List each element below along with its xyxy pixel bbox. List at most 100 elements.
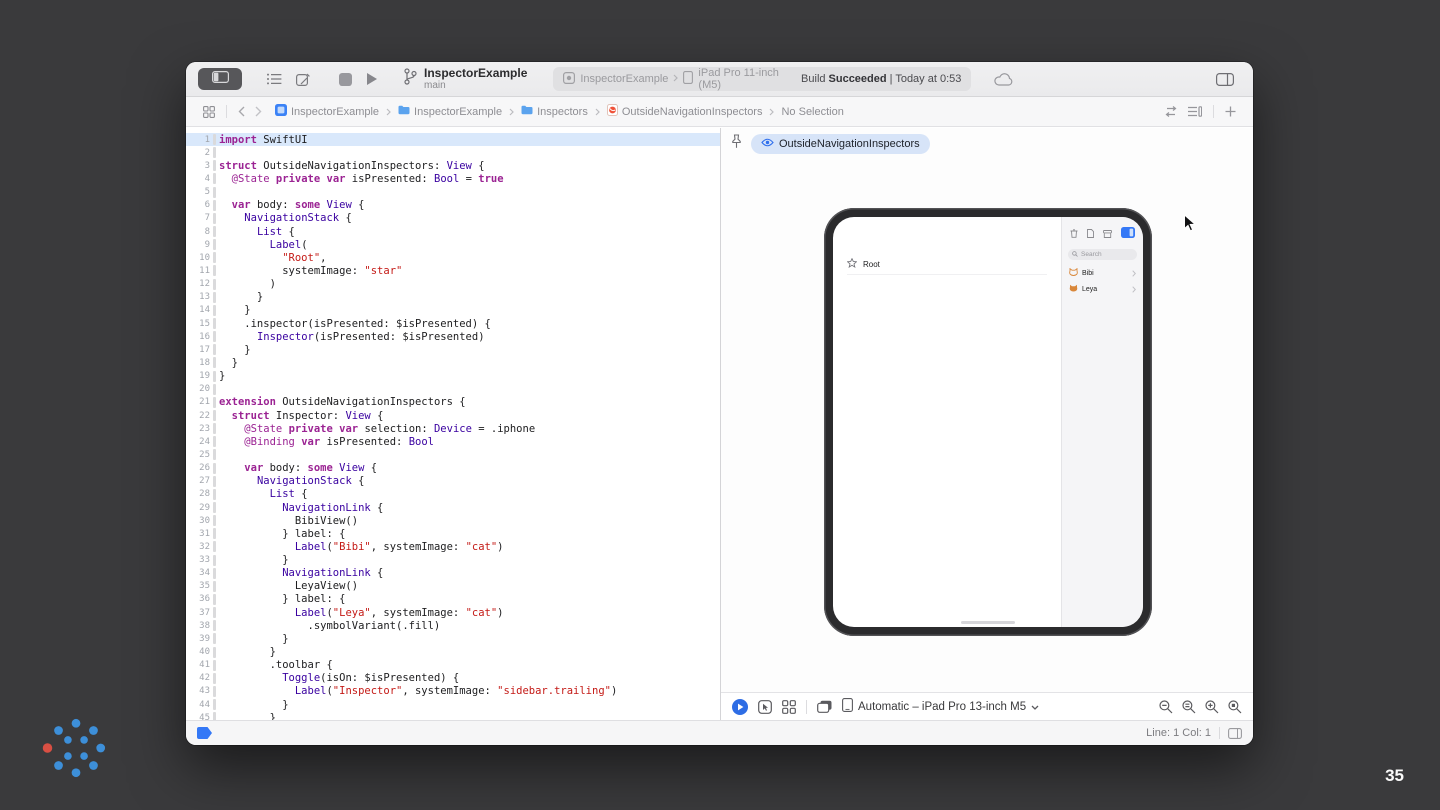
code-line[interactable]: 31 } label: { [186, 527, 720, 540]
breadcrumb-file[interactable]: OutsideNavigationInspectors [607, 104, 763, 119]
line-number[interactable]: 42 [186, 673, 213, 683]
code-line[interactable]: 44 } [186, 698, 720, 711]
line-number[interactable]: 21 [186, 397, 213, 407]
code-line[interactable]: 14 } [186, 304, 720, 317]
run-destination[interactable]: InspectorExample iPad Pro 11-inch (M5) [563, 67, 801, 91]
code-line[interactable]: 37 Label("Leya", systemImage: "cat") [186, 606, 720, 619]
variants-grid-button[interactable] [782, 700, 796, 714]
code-line[interactable]: 20 [186, 383, 720, 396]
code-line[interactable]: 23 @State private var selection: Device … [186, 422, 720, 435]
code-line[interactable]: 35 LeyaView() [186, 580, 720, 593]
selectable-mode-button[interactable] [758, 700, 772, 714]
root-list-row[interactable]: Root [847, 258, 880, 270]
page-guide-icon[interactable] [1228, 728, 1242, 739]
code-line[interactable]: 29 NavigationLink { [186, 501, 720, 514]
archive-icon[interactable] [1103, 225, 1112, 243]
line-number[interactable]: 45 [186, 713, 213, 720]
line-number[interactable]: 34 [186, 568, 213, 578]
line-number[interactable]: 1 [186, 135, 213, 145]
live-preview-button[interactable] [732, 699, 748, 715]
code-line[interactable]: 41 .toolbar { [186, 659, 720, 672]
line-number[interactable]: 5 [186, 187, 213, 197]
line-number[interactable]: 38 [186, 621, 213, 631]
line-number[interactable]: 36 [186, 594, 213, 604]
code-line[interactable]: 40 } [186, 645, 720, 658]
breadcrumb-group-1[interactable]: InspectorExample [398, 105, 502, 118]
code-line[interactable]: 34 NavigationLink { [186, 567, 720, 580]
breadcrumb-group-2[interactable]: Inspectors [521, 105, 588, 118]
code-line[interactable]: 32 Label("Bibi", systemImage: "cat") [186, 540, 720, 553]
zoom-in-icon[interactable] [1205, 700, 1219, 714]
document-icon[interactable] [1087, 225, 1094, 243]
preview-destination-selector[interactable]: Automatic – iPad Pro 13-inch M5 [842, 698, 1039, 715]
code-line[interactable]: 25 [186, 448, 720, 461]
navigator-toggle-button[interactable] [198, 68, 242, 90]
line-number[interactable]: 37 [186, 608, 213, 618]
line-number[interactable]: 13 [186, 292, 213, 302]
line-number[interactable]: 32 [186, 542, 213, 552]
line-number[interactable]: 27 [186, 476, 213, 486]
activity-viewer[interactable]: InspectorExample iPad Pro 11-inch (M5) B… [553, 67, 971, 91]
related-items-grid-icon[interactable] [203, 106, 215, 118]
zoom-actual-size-icon[interactable] [1228, 700, 1242, 714]
list-icon[interactable] [267, 73, 282, 85]
code-line[interactable]: 4 @State private var isPresented: Bool =… [186, 172, 720, 185]
code-line[interactable]: 30 BibiView() [186, 514, 720, 527]
code-line[interactable]: 33 } [186, 554, 720, 567]
line-number[interactable]: 41 [186, 660, 213, 670]
code-line[interactable]: 16 Inspector(isPresented: $isPresented) [186, 330, 720, 343]
device-preview-screen[interactable]: Root [833, 217, 1143, 627]
stop-button[interactable] [339, 73, 352, 86]
breakpoint-icon[interactable] [197, 727, 212, 739]
editor-options-icon[interactable] [1188, 106, 1202, 117]
line-number[interactable]: 8 [186, 227, 213, 237]
line-number[interactable]: 25 [186, 450, 213, 460]
code-line[interactable]: 13 } [186, 291, 720, 304]
code-line[interactable]: 17 } [186, 343, 720, 356]
line-number[interactable]: 18 [186, 358, 213, 368]
code-line[interactable]: 24 @Binding var isPresented: Bool [186, 435, 720, 448]
inspector-row-leya[interactable]: Leya [1062, 281, 1143, 297]
source-editor[interactable]: 1import SwiftUI23struct OutsideNavigatio… [186, 128, 720, 720]
pin-icon[interactable] [731, 134, 742, 154]
line-number[interactable]: 4 [186, 174, 213, 184]
code-line[interactable]: 5 [186, 186, 720, 199]
editor-layout-icon[interactable] [1216, 73, 1234, 86]
code-line[interactable]: 18 } [186, 356, 720, 369]
line-number[interactable]: 24 [186, 437, 213, 447]
code-line[interactable]: 26 var body: some View { [186, 462, 720, 475]
code-line[interactable]: 19} [186, 370, 720, 383]
breadcrumb-project[interactable]: InspectorExample [275, 104, 379, 119]
code-line[interactable]: 9 Label( [186, 238, 720, 251]
counterparts-icon[interactable] [1164, 106, 1178, 117]
inspector-row-bibi[interactable]: Bibi [1062, 265, 1143, 281]
line-number[interactable]: 26 [186, 463, 213, 473]
line-number[interactable]: 28 [186, 489, 213, 499]
line-number[interactable]: 33 [186, 555, 213, 565]
line-number[interactable]: 12 [186, 279, 213, 289]
line-number[interactable]: 43 [186, 686, 213, 696]
code-line[interactable]: 45 } [186, 711, 720, 720]
line-number[interactable]: 22 [186, 411, 213, 421]
line-number[interactable]: 40 [186, 647, 213, 657]
line-number[interactable]: 23 [186, 424, 213, 434]
preview-tab[interactable]: OutsideNavigationInspectors [751, 134, 930, 154]
cloud-icon[interactable] [994, 73, 1013, 86]
inspector-search-field[interactable]: Search [1068, 249, 1137, 260]
line-number[interactable]: 31 [186, 529, 213, 539]
code-line[interactable]: 39 } [186, 632, 720, 645]
add-editor-icon[interactable] [296, 73, 310, 86]
code-line[interactable]: 10 "Root", [186, 251, 720, 264]
scheme-selector[interactable]: InspectorExample main [403, 67, 527, 91]
line-number[interactable]: 14 [186, 305, 213, 315]
code-line[interactable]: 27 NavigationStack { [186, 475, 720, 488]
line-number[interactable]: 3 [186, 161, 213, 171]
line-number[interactable]: 16 [186, 332, 213, 342]
code-line[interactable]: 28 List { [186, 488, 720, 501]
line-number[interactable]: 30 [186, 516, 213, 526]
line-number[interactable]: 6 [186, 200, 213, 210]
code-line[interactable]: 36 } label: { [186, 593, 720, 606]
line-number[interactable]: 10 [186, 253, 213, 263]
line-number[interactable]: 2 [186, 148, 213, 158]
forward-button[interactable] [255, 106, 262, 117]
